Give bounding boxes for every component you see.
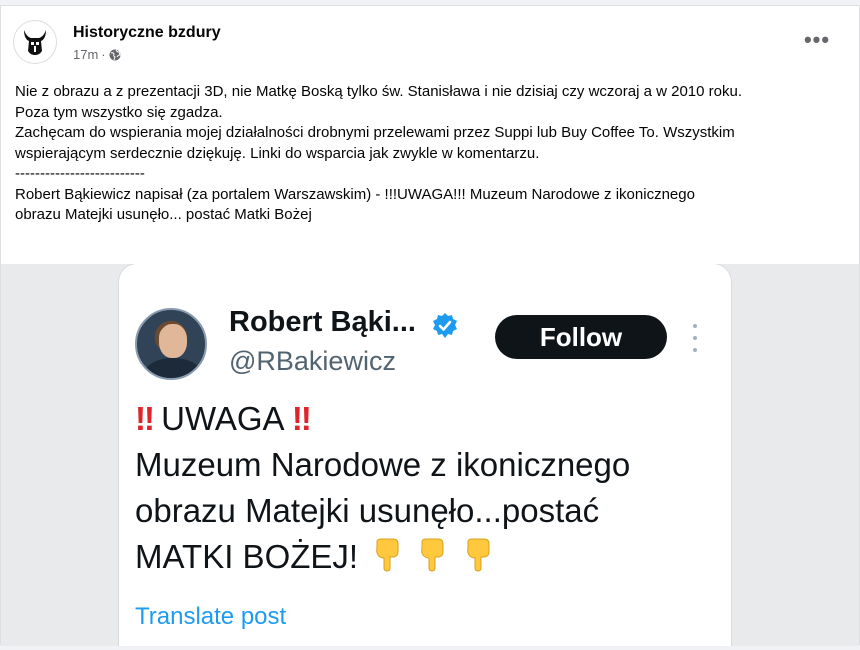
tweet-more-icon xyxy=(691,324,699,352)
post-text-line: Robert Bąkiewicz napisał (za portalem Wa… xyxy=(15,185,695,203)
post-time[interactable]: 17m xyxy=(73,47,98,62)
page-avatar[interactable] xyxy=(13,20,57,64)
tweet-line-4: MATKI BOŻEJ! xyxy=(135,534,725,580)
tweet-author-name: Robert Bąki... xyxy=(229,306,416,338)
horned-helmet-logo-icon xyxy=(24,30,46,55)
pointing-down-hand-icon xyxy=(421,538,444,572)
post-text-line: wspierającym serdecznie dziękuję. Linki … xyxy=(15,144,540,162)
post-options-button[interactable]: ••• xyxy=(799,22,835,58)
double-exclamation-emoji: ‼ xyxy=(135,400,155,437)
post-text-line: Zachęcam do wspierania mojej działalnośc… xyxy=(15,124,735,141)
tweet-line-4-text: MATKI BOŻEJ! xyxy=(135,538,359,575)
post-image[interactable]: Robert Bąki... @RBakiewicz Follow ‼ UWAG… xyxy=(1,264,859,646)
tweet-screenshot: Robert Bąki... @RBakiewicz Follow ‼ UWAG… xyxy=(119,264,731,646)
page-name-link[interactable]: Historyczne bzdury xyxy=(73,24,221,42)
tweet-author-handle: @RBakiewicz xyxy=(229,346,396,376)
post-text-line: Nie z obrazu a z prezentacji 3D, nie Mat… xyxy=(15,83,742,100)
pointing-down-hand-icon xyxy=(466,538,490,572)
tweet-line-2: Muzeum Narodowe z ikonicznego xyxy=(135,446,631,483)
double-exclamation-emoji: ‼ xyxy=(291,400,312,437)
tweet-author-avatar xyxy=(135,308,207,380)
post-card: Historyczne bzdury 17m · ••• Nie z obraz… xyxy=(0,5,860,646)
post-text-line: -------------------------- xyxy=(15,165,145,182)
pointing-down-hand-icon xyxy=(376,538,399,572)
follow-button: Follow xyxy=(495,315,667,359)
post-header: Historyczne bzdury 17m · ••• xyxy=(13,20,847,66)
tweet-line-1: ‼ UWAGA ‼ xyxy=(135,396,725,442)
post-text: Nie z obrazu a z prezentacji 3D, nie Mat… xyxy=(15,82,850,226)
tweet-text: ‼ UWAGA ‼ Muzeum Narodowe z ikonicznego … xyxy=(135,396,725,580)
meta-separator: · xyxy=(101,47,106,62)
post-text-line: Poza tym wszystko się zgadza. xyxy=(15,103,223,121)
post-text-line: obrazu Matejki usunęło... postać Matki B… xyxy=(15,206,312,223)
post-meta: 17m · xyxy=(73,47,121,62)
tweet-headline: UWAGA xyxy=(151,400,292,437)
translate-post-link: Translate post xyxy=(135,603,287,630)
globe-icon xyxy=(109,49,121,60)
tweet-line-3: obrazu Matejki usunęło...postać xyxy=(135,492,600,529)
verified-badge-icon xyxy=(433,313,457,338)
